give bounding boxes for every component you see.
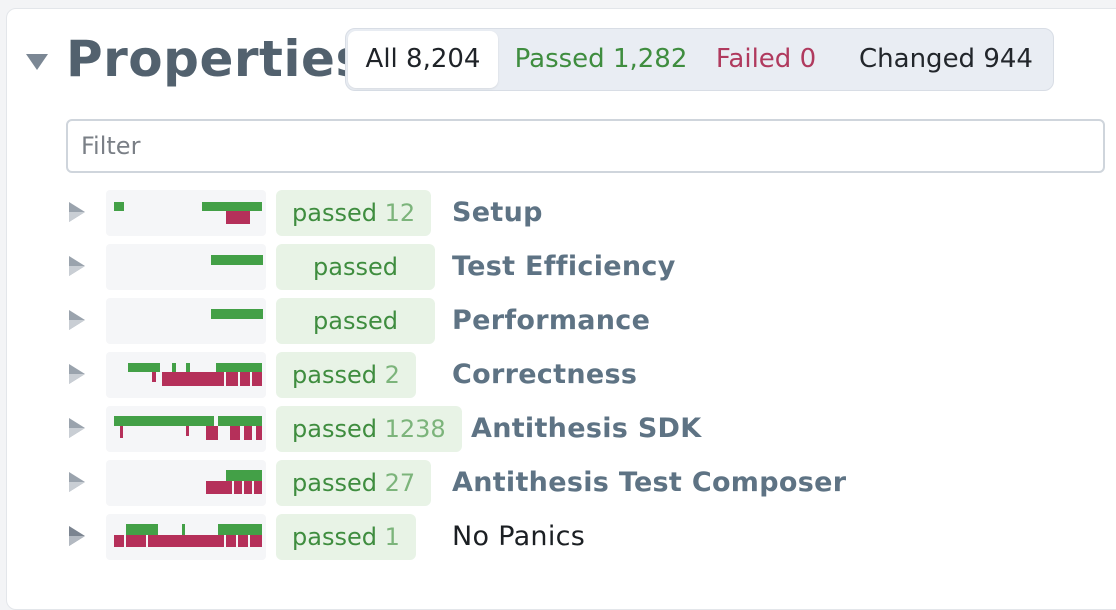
property-row[interactable]: passed 27 Antithesis Test Composer [0, 460, 1116, 506]
property-name[interactable]: Test Efficiency [452, 244, 676, 290]
tab-failed[interactable]: Failed 0 [706, 29, 826, 90]
status-filter-tabs: All 8,204 Passed 1,282 Failed 0 Changed … [345, 28, 1054, 91]
property-row[interactable]: passed 1238 Antithesis SDK [0, 406, 1116, 452]
status-badge: passed [276, 244, 435, 290]
tab-changed-count: 944 [983, 44, 1033, 74]
history-sparkline [106, 460, 266, 506]
expand-triangle-icon[interactable] [67, 362, 87, 386]
history-sparkline [106, 514, 266, 560]
property-name[interactable]: Performance [452, 298, 650, 344]
property-name[interactable]: Antithesis SDK [471, 406, 702, 452]
status-badge: passed 2 [276, 352, 416, 398]
tab-passed-label: Passed [514, 44, 605, 74]
history-sparkline [106, 190, 266, 236]
filter-input[interactable] [66, 119, 1105, 173]
tab-all[interactable]: All 8,204 [348, 31, 498, 88]
property-row[interactable]: passed 12 Setup [0, 190, 1116, 236]
expand-triangle-icon[interactable] [67, 308, 87, 332]
status-badge: passed 1 [276, 514, 416, 560]
property-row[interactable]: passed Performance [0, 298, 1116, 344]
status-badge: passed [276, 298, 435, 344]
tab-passed[interactable]: Passed 1,282 [506, 29, 696, 90]
tab-all-label: All [365, 44, 398, 74]
status-badge: passed 1238 [276, 406, 462, 452]
property-name[interactable]: Correctness [452, 352, 637, 398]
property-name[interactable]: Antithesis Test Composer [452, 460, 846, 506]
tab-changed[interactable]: Changed 944 [846, 29, 1046, 90]
tab-passed-count: 1,282 [612, 44, 688, 74]
expand-triangle-icon[interactable] [67, 254, 87, 278]
history-sparkline [106, 298, 266, 344]
property-name[interactable]: Setup [452, 190, 543, 236]
history-sparkline [106, 244, 266, 290]
expand-triangle-icon[interactable] [67, 200, 87, 224]
property-row[interactable]: passed 2 Correctness [0, 352, 1116, 398]
property-row[interactable]: passed Test Efficiency [0, 244, 1116, 290]
expand-triangle-icon[interactable] [67, 470, 87, 494]
property-name[interactable]: No Panics [452, 514, 585, 560]
expand-triangle-icon[interactable] [67, 524, 87, 548]
status-badge: passed 27 [276, 460, 432, 506]
expand-triangle-icon[interactable] [67, 416, 87, 440]
history-sparkline [106, 406, 266, 452]
tab-failed-label: Failed [715, 44, 792, 74]
tab-changed-label: Changed [859, 44, 976, 74]
page-title: Properties [66, 30, 366, 88]
status-badge: passed 12 [276, 190, 432, 236]
property-row[interactable]: passed 1 No Panics [0, 514, 1116, 560]
collapse-triangle-icon[interactable] [26, 54, 48, 70]
tab-failed-count: 0 [799, 44, 817, 74]
history-sparkline [106, 352, 266, 398]
tab-all-count: 8,204 [406, 44, 481, 74]
